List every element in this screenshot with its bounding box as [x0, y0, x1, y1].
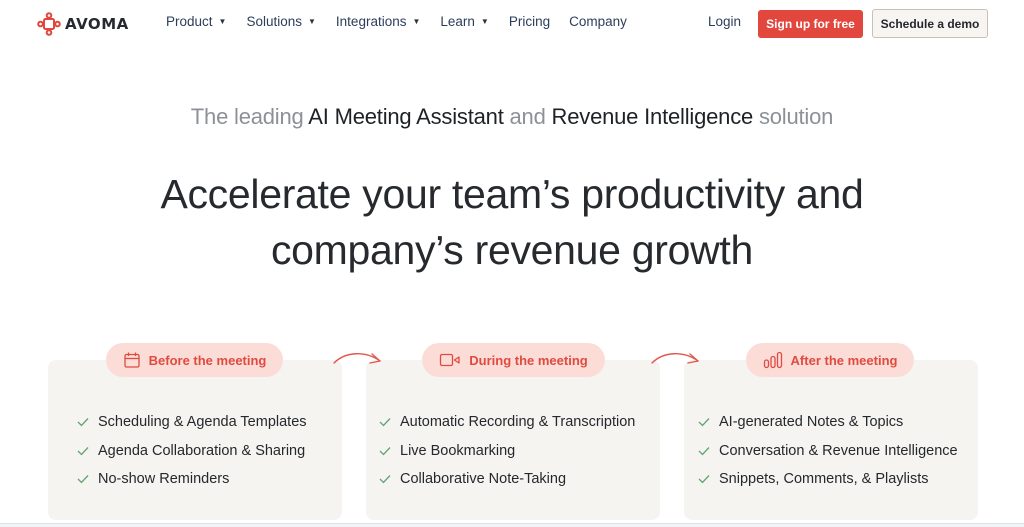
feature-item: Agenda Collaboration & Sharing	[77, 437, 307, 466]
nav-item-solutions[interactable]: Solutions ▼	[246, 14, 315, 29]
check-icon	[77, 475, 89, 484]
headline-line: Accelerate your team’s productivity and	[160, 171, 864, 217]
nav-item-label: Solutions	[246, 14, 302, 29]
avoma-logo[interactable]: AVOMA	[37, 12, 129, 36]
logo-wordmark: AVOMA	[65, 15, 129, 33]
top-navigation: AVOMA Product ▼ Solutions ▼ Integrations…	[0, 0, 1024, 48]
nav-links: Product ▼ Solutions ▼ Integrations ▼ Lea…	[166, 14, 646, 29]
schedule-demo-button[interactable]: Schedule a demo	[872, 9, 988, 38]
feature-text: No-show Reminders	[98, 471, 230, 488]
check-icon	[698, 418, 710, 427]
feature-text: Scheduling & Agenda Templates	[98, 414, 307, 431]
feature-text: Conversation & Revenue Intelligence	[719, 442, 958, 459]
feature-text: Automatic Recording & Transcription	[400, 414, 636, 431]
feature-item: Collaborative Note-Taking	[379, 465, 635, 494]
nav-item-integrations[interactable]: Integrations ▼	[336, 14, 420, 29]
feature-text: Agenda Collaboration & Sharing	[98, 442, 306, 459]
check-icon	[379, 475, 391, 484]
stage-pill-after: After the meeting	[746, 343, 914, 377]
feature-list-during: Automatic Recording & Transcription Live…	[379, 408, 635, 494]
headline-line: company’s revenue growth	[270, 227, 754, 273]
nav-item-label: Pricing	[508, 14, 551, 29]
caret-down-icon: ▼	[480, 17, 489, 26]
stage-pill-before: Before the meeting	[106, 343, 283, 377]
nav-item-label: Learn	[440, 14, 475, 29]
stage-label: During the meeting	[469, 352, 588, 368]
check-icon	[379, 418, 391, 427]
check-icon	[698, 446, 710, 456]
feature-item: Automatic Recording & Transcription	[379, 408, 635, 437]
curved-arrow-icon	[333, 353, 381, 364]
calendar-icon	[123, 352, 140, 368]
tagline-text: solution	[753, 104, 834, 129]
stage-pill-during: During the meeting	[422, 343, 605, 377]
stage-label: Before the meeting	[148, 352, 267, 368]
feature-text: AI-generated Notes & Topics	[719, 414, 904, 431]
signup-button[interactable]: Sign up for free	[758, 10, 863, 38]
bar-chart-icon	[763, 351, 782, 369]
check-icon	[379, 446, 391, 456]
nav-item-label: Integrations	[335, 14, 407, 29]
caret-down-icon: ▼	[308, 17, 316, 26]
tagline-text: and	[503, 104, 552, 129]
feature-text: Collaborative Note-Taking	[400, 471, 567, 488]
check-icon	[698, 475, 710, 484]
hero-tagline: The leading AI Meeting Assistant and Rev…	[0, 104, 1024, 130]
nav-item-label: Company	[569, 14, 627, 29]
feature-text: Snippets, Comments, & Playlists	[719, 471, 929, 488]
feature-item: No-show Reminders	[77, 465, 307, 494]
feature-item: Snippets, Comments, & Playlists	[698, 465, 958, 494]
tagline-text: The leading	[190, 104, 309, 129]
tagline-highlight: AI Meeting Assistant	[308, 104, 504, 129]
nav-item-product[interactable]: Product ▼	[166, 14, 226, 29]
avoma-logo-icon	[37, 12, 61, 36]
video-camera-icon	[440, 353, 460, 367]
nav-item-company[interactable]: Company	[569, 14, 627, 29]
caret-down-icon: ▼	[218, 17, 227, 26]
feature-item: Conversation & Revenue Intelligence	[698, 437, 958, 466]
check-icon	[77, 446, 89, 456]
curved-arrow-icon	[651, 353, 699, 364]
tagline-highlight: Revenue Intelligence	[551, 104, 754, 129]
caret-down-icon: ▼	[412, 17, 421, 26]
feature-list-before: Scheduling & Agenda Templates Agenda Col…	[77, 408, 307, 494]
feature-text: Live Bookmarking	[400, 442, 516, 459]
login-link[interactable]: Login	[708, 14, 741, 29]
nav-item-pricing[interactable]: Pricing	[509, 14, 550, 29]
feature-list-after: AI-generated Notes & Topics Conversation…	[698, 408, 958, 494]
stage-label: After the meeting	[790, 352, 898, 368]
nav-item-label: Product	[166, 14, 213, 29]
feature-item: Live Bookmarking	[379, 437, 635, 466]
feature-item: Scheduling & Agenda Templates	[77, 408, 307, 437]
check-icon	[77, 418, 89, 427]
hero-headline: Accelerate your team’s productivity and …	[0, 166, 1024, 278]
nav-item-learn[interactable]: Learn ▼	[440, 14, 488, 29]
feature-item: AI-generated Notes & Topics	[698, 408, 958, 437]
